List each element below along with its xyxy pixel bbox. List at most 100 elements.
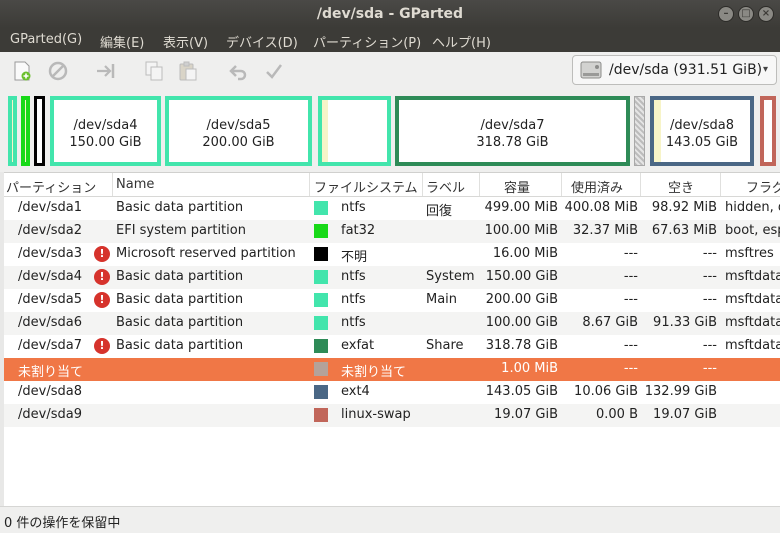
- menu-device[interactable]: デバイス(D): [226, 32, 298, 51]
- cell-name: Basic data partition: [116, 200, 308, 215]
- cell-flags: boot, esp: [725, 223, 780, 238]
- window-title: /dev/sda - GParted: [0, 6, 780, 22]
- diskmap-segment-sda7[interactable]: /dev/sda7318.78 GiB: [395, 96, 630, 166]
- cell-flags: hidden, diag: [725, 200, 780, 215]
- filesystem-color-swatch: [314, 293, 328, 307]
- cell-used: ---: [562, 361, 638, 376]
- column-header-partition[interactable]: パーティション: [6, 177, 96, 196]
- column-header-flags[interactable]: フラグ: [746, 177, 780, 196]
- column-header-size[interactable]: 容量: [504, 177, 530, 196]
- device-selector[interactable]: /dev/sda (931.51 GiB) ▾: [572, 55, 777, 85]
- partition-table: パーティション Name ファイルシステム ラベル 容量 使用済み 空き フラグ…: [4, 172, 780, 507]
- cell-name: Basic data partition: [116, 315, 308, 330]
- filesystem-color-swatch: [314, 408, 328, 422]
- column-header-label[interactable]: ラベル: [426, 177, 465, 196]
- diskmap-segment-sda1[interactable]: [8, 96, 17, 166]
- cell-free: 132.99 GiB: [641, 384, 717, 399]
- cell-free: 19.07 GiB: [641, 407, 717, 422]
- paste-button[interactable]: [176, 59, 200, 83]
- cell-size: 100.00 MiB: [480, 223, 558, 238]
- diskmap-segment-sda8[interactable]: /dev/sda8143.05 GiB: [650, 96, 754, 166]
- cell-name: EFI system partition: [116, 223, 308, 238]
- table-header: パーティション Name ファイルシステム ラベル 容量 使用済み 空き フラグ: [4, 173, 780, 197]
- copy-button[interactable]: [142, 59, 166, 83]
- segment-size: 143.05 GiB: [654, 134, 750, 151]
- cell-name: Basic data partition: [116, 338, 308, 353]
- table-row[interactable]: 未割り当て未割り当て1.00 MiB------: [4, 358, 780, 381]
- cell-filesystem: ntfs: [341, 200, 421, 215]
- segment-size: 200.00 GiB: [169, 134, 308, 151]
- cell-size: 200.00 GiB: [480, 292, 558, 307]
- filesystem-color-swatch: [314, 224, 328, 238]
- resize-move-button[interactable]: [94, 59, 118, 83]
- table-row[interactable]: /dev/sda3!Microsoft reserved partition不明…: [4, 243, 780, 266]
- diskmap-segment-sda6[interactable]: [318, 96, 391, 166]
- cell-free: ---: [641, 361, 717, 376]
- column-header-used[interactable]: 使用済み: [571, 177, 623, 196]
- cell-used: ---: [562, 269, 638, 284]
- cell-flags: msftdata: [725, 292, 780, 307]
- diskmap-segment-unallocated[interactable]: [634, 96, 645, 166]
- table-row[interactable]: /dev/sda4!Basic data partitionntfsSystem…: [4, 266, 780, 289]
- cell-flags: msftdata: [725, 315, 780, 330]
- cell-label: Main: [426, 292, 478, 307]
- cell-filesystem: ntfs: [341, 292, 421, 307]
- undo-button[interactable]: [226, 59, 250, 83]
- table-row[interactable]: /dev/sda8ext4143.05 GiB10.06 GiB132.99 G…: [4, 381, 780, 404]
- table-row[interactable]: /dev/sda5!Basic data partitionntfsMain20…: [4, 289, 780, 312]
- cell-used: 8.67 GiB: [562, 315, 638, 330]
- warning-icon: !: [94, 292, 110, 308]
- cell-used: 400.08 MiB: [562, 200, 638, 215]
- new-partition-button[interactable]: [10, 59, 34, 83]
- filesystem-color-swatch: [314, 385, 328, 399]
- diskmap-segment-sda9[interactable]: [760, 96, 776, 166]
- delete-button[interactable]: [46, 59, 70, 83]
- segment-name: /dev/sda7: [399, 117, 626, 134]
- segment-size: 150.00 GiB: [54, 134, 157, 151]
- table-row[interactable]: /dev/sda2EFI system partitionfat32100.00…: [4, 220, 780, 243]
- segment-name: /dev/sda4: [54, 117, 157, 134]
- cell-free: 67.63 MiB: [641, 223, 717, 238]
- resize-move-icon: [95, 60, 117, 82]
- cell-filesystem: ntfs: [341, 269, 421, 284]
- column-header-filesystem[interactable]: ファイルシステム: [314, 177, 418, 196]
- cell-filesystem: 不明: [341, 246, 421, 265]
- table-row[interactable]: /dev/sda7!Basic data partitionexfatShare…: [4, 335, 780, 358]
- hard-disk-icon: [579, 59, 603, 81]
- paste-icon: [177, 60, 199, 82]
- menu-edit[interactable]: 編集(E): [100, 32, 144, 51]
- diskmap-segment-sda5[interactable]: /dev/sda5200.00 GiB: [165, 96, 312, 166]
- table-row[interactable]: /dev/sda1Basic data partitionntfs回復499.0…: [4, 197, 780, 220]
- cell-size: 318.78 GiB: [480, 338, 558, 353]
- cell-size: 150.00 GiB: [480, 269, 558, 284]
- menu-partition[interactable]: パーティション(P): [313, 32, 421, 51]
- diskmap-segment-sda2[interactable]: [21, 96, 30, 166]
- table-row[interactable]: /dev/sda6Basic data partitionntfs100.00 …: [4, 312, 780, 335]
- cell-used: 32.37 MiB: [562, 223, 638, 238]
- table-row[interactable]: /dev/sda9linux-swap19.07 GiB0.00 B19.07 …: [4, 404, 780, 427]
- segment-name: /dev/sda8: [654, 117, 750, 134]
- cell-free: 98.92 MiB: [641, 200, 717, 215]
- cell-free: ---: [641, 292, 717, 307]
- cell-size: 16.00 MiB: [480, 246, 558, 261]
- diskmap-segment-sda4[interactable]: /dev/sda4150.00 GiB: [50, 96, 161, 166]
- diskmap-segment-sda3[interactable]: [34, 96, 45, 166]
- device-label: /dev/sda (931.51 GiB): [609, 62, 762, 78]
- column-header-free[interactable]: 空き: [668, 177, 694, 196]
- menu-view[interactable]: 表示(V): [163, 32, 208, 51]
- cell-flags: msftdata: [725, 269, 780, 284]
- column-header-name[interactable]: Name: [116, 177, 154, 196]
- delete-icon: [47, 60, 69, 82]
- disk-map: /dev/sda4150.00 GiB /dev/sda5200.00 GiB …: [0, 90, 780, 172]
- segment-size: 318.78 GiB: [399, 134, 626, 151]
- cell-size: 100.00 GiB: [480, 315, 558, 330]
- cell-partition: /dev/sda6: [18, 315, 94, 330]
- menu-help[interactable]: ヘルプ(H): [432, 32, 491, 51]
- apply-button[interactable]: [262, 59, 286, 83]
- menu-gparted[interactable]: GParted(G): [10, 32, 82, 47]
- undo-icon: [227, 60, 249, 82]
- status-text: 0 件の操作を保留中: [4, 512, 120, 531]
- copy-icon: [143, 60, 165, 82]
- cell-free: ---: [641, 269, 717, 284]
- cell-partition: /dev/sda1: [18, 200, 94, 215]
